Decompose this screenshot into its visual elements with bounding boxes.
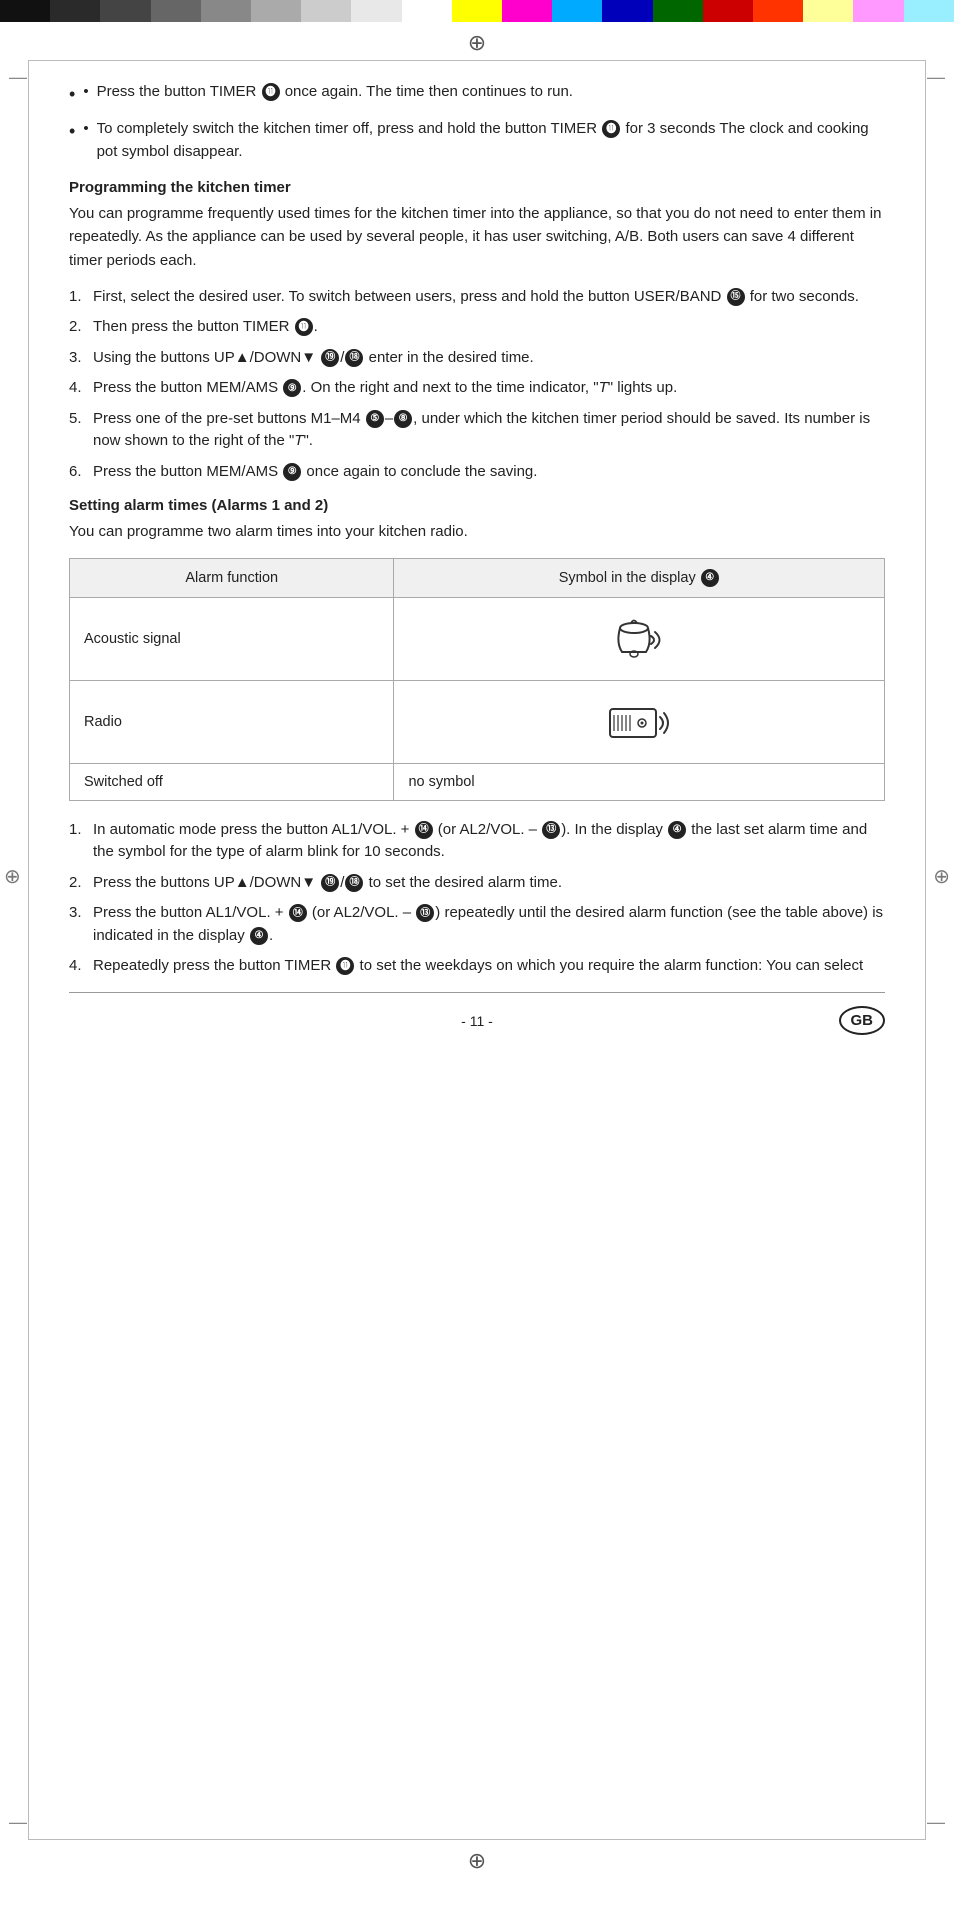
right-reg-mark: ⊕ — [933, 864, 950, 889]
bullet-item-1: • Press the button TIMER ⓫ once again. T… — [69, 81, 885, 108]
numbered-list-1: 1. First, select the desired user. To sw… — [69, 286, 885, 484]
alarm-table: Alarm function Symbol in the display ④ A… — [69, 558, 885, 801]
step2-1: 1. In automatic mode press the button AL… — [69, 819, 885, 864]
step2-text-4: Repeatedly press the button TIMER ⓫ to s… — [93, 955, 863, 978]
badge-19b: ⑲ — [321, 874, 339, 892]
step-num-3: 3. — [69, 347, 87, 370]
badge-11c: ⓫ — [295, 318, 313, 336]
badge-18b: ⑱ — [345, 874, 363, 892]
step2-num-2: 2. — [69, 872, 87, 895]
step-text-3: Using the buttons UP▲/DOWN▼ ⑲/⑱ enter in… — [93, 347, 534, 370]
table-row-off: Switched off no symbol — [70, 763, 885, 800]
page-content: • Press the button TIMER ⓫ once again. T… — [69, 81, 885, 1029]
step2-num-1: 1. — [69, 819, 87, 864]
badge-5: ⑤ — [366, 410, 384, 428]
table-cell-radio-symbol — [394, 680, 885, 763]
badge-11b: ⓫ — [602, 120, 620, 138]
step-num-6: 6. — [69, 461, 87, 484]
corner-tl: — — [9, 67, 27, 88]
section1-para: You can programme frequently used times … — [69, 202, 885, 272]
step-num-4: 4. — [69, 377, 87, 400]
table-row-radio: Radio — [70, 680, 885, 763]
top-reg-mark: ⊕ — [0, 30, 954, 56]
step2-text-3: Press the button AL1/VOL. + ⑭ (or AL2/VO… — [93, 902, 885, 947]
table-cell-acoustic-symbol — [394, 597, 885, 680]
step-2: 2. Then press the button TIMER ⓫. — [69, 316, 885, 339]
radio-icon — [604, 691, 674, 749]
step2-text-2: Press the buttons UP▲/DOWN▼ ⑲/⑱ to set t… — [93, 872, 562, 895]
table-header-2: Symbol in the display ④ — [394, 558, 885, 597]
acoustic-signal-icon — [604, 608, 674, 666]
left-reg-mark: ⊕ — [4, 864, 21, 889]
bullet-list: • Press the button TIMER ⓫ once again. T… — [69, 81, 885, 163]
numbered-list-2: 1. In automatic mode press the button AL… — [69, 819, 885, 978]
step-num-1: 1. — [69, 286, 87, 309]
bullet-marker-2: • — [83, 118, 88, 163]
footer-divider — [69, 992, 885, 993]
bullet-text-2: To completely switch the kitchen timer o… — [97, 118, 885, 163]
bullet-text-1: Press the button TIMER ⓫ once again. The… — [97, 81, 573, 108]
badge-18: ⑱ — [345, 349, 363, 367]
badge-9: ⑨ — [283, 379, 301, 397]
section2-heading: Setting alarm times (Alarms 1 and 2) — [69, 497, 885, 514]
step-num-2: 2. — [69, 316, 87, 339]
table-cell-acoustic-label: Acoustic signal — [70, 597, 394, 680]
step2-4: 4. Repeatedly press the button TIMER ⓫ t… — [69, 955, 885, 978]
step2-2: 2. Press the buttons UP▲/DOWN▼ ⑲/⑱ to se… — [69, 872, 885, 895]
step-text-2: Then press the button TIMER ⓫. — [93, 316, 318, 339]
step2-3: 3. Press the button AL1/VOL. + ⑭ (or AL2… — [69, 902, 885, 947]
page-frame: — — — — • Press the button TIMER ⓫ once … — [28, 60, 926, 1840]
step-text-5: Press one of the pre-set buttons M1–M4 ⑤… — [93, 408, 885, 453]
bullet-item-2: • To completely switch the kitchen timer… — [69, 118, 885, 163]
badge-13: ⑬ — [542, 821, 560, 839]
step-6: 6. Press the button MEM/AMS ⑨ once again… — [69, 461, 885, 484]
table-cell-off-label: Switched off — [70, 763, 394, 800]
step-5: 5. Press one of the pre-set buttons M1–M… — [69, 408, 885, 453]
badge-19: ⑲ — [321, 349, 339, 367]
step2-text-1: In automatic mode press the button AL1/V… — [93, 819, 885, 864]
badge-8: ⑧ — [394, 410, 412, 428]
step-3: 3. Using the buttons UP▲/DOWN▼ ⑲/⑱ enter… — [69, 347, 885, 370]
section2-para: You can programme two alarm times into y… — [69, 520, 885, 543]
section1-heading: Programming the kitchen timer — [69, 179, 885, 196]
step-text-1: First, select the desired user. To switc… — [93, 286, 859, 309]
badge-11d: ⓫ — [336, 957, 354, 975]
page-number: - 11 - — [461, 1013, 493, 1029]
bottom-reg-mark: ⊕ — [0, 1848, 954, 1874]
badge-11: ⓫ — [262, 83, 280, 101]
table-header-1: Alarm function — [70, 558, 394, 597]
badge-14b: ⑭ — [289, 904, 307, 922]
bullet-marker: • — [83, 81, 88, 108]
badge-9b: ⑨ — [283, 463, 301, 481]
corner-bl: — — [9, 1812, 27, 1833]
step2-num-3: 3. — [69, 902, 87, 947]
badge-4: ④ — [701, 569, 719, 587]
badge-4b: ④ — [668, 821, 686, 839]
step-4: 4. Press the button MEM/AMS ⑨. On the ri… — [69, 377, 885, 400]
table-cell-radio-label: Radio — [70, 680, 394, 763]
corner-tr: — — [927, 67, 945, 88]
badge-14: ⑭ — [415, 821, 433, 839]
color-bar — [0, 0, 954, 22]
table-row-acoustic: Acoustic signal — [70, 597, 885, 680]
gb-badge: GB — [839, 1006, 886, 1035]
step-num-5: 5. — [69, 408, 87, 453]
table-cell-off-symbol: no symbol — [394, 763, 885, 800]
step-1: 1. First, select the desired user. To sw… — [69, 286, 885, 309]
step2-num-4: 4. — [69, 955, 87, 978]
page-footer: - 11 - GB — [69, 1013, 885, 1029]
step-text-4: Press the button MEM/AMS ⑨. On the right… — [93, 377, 677, 400]
badge-15: ⑮ — [727, 288, 745, 306]
badge-13b: ⑬ — [416, 904, 434, 922]
corner-br: — — [927, 1812, 945, 1833]
badge-4c: ④ — [250, 927, 268, 945]
step-text-6: Press the button MEM/AMS ⑨ once again to… — [93, 461, 537, 484]
